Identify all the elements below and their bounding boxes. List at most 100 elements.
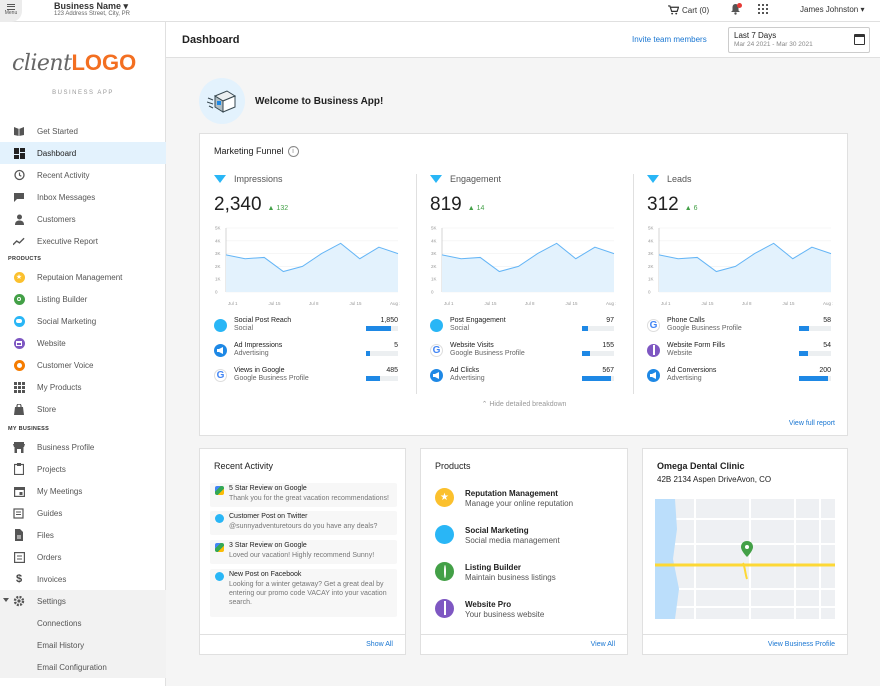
sidebar-item-get-started[interactable]: Get Started bbox=[0, 120, 166, 142]
sidebar-item-orders[interactable]: Orders bbox=[0, 546, 166, 568]
sidebar-item-inbox-messages[interactable]: Inbox Messages bbox=[0, 186, 166, 208]
funnel-breakdown-row: Ad Conversions Advertising 200 bbox=[647, 366, 833, 388]
sidebar-item-customers[interactable]: Customers bbox=[0, 208, 166, 230]
funnel-breakdown-row: G Views in Google Google Business Profile 4… bbox=[214, 366, 400, 388]
sidebar-item-files[interactable]: Files bbox=[0, 524, 166, 546]
row-progress-bar bbox=[799, 326, 831, 331]
row-metric-value: 97 bbox=[606, 317, 614, 324]
x-tick-label: Jul 15 bbox=[566, 301, 579, 306]
dollar-icon: $ bbox=[15, 573, 23, 585]
social-bubble-icon bbox=[215, 572, 224, 581]
customer-voice-icon bbox=[13, 359, 25, 371]
gear-icon bbox=[13, 595, 25, 607]
row-metric-value: 1,850 bbox=[380, 317, 398, 324]
clinic-address: 42B 2134 Aspen DriveAvon, CO bbox=[657, 475, 772, 484]
app-label: BUSINESS APP bbox=[52, 90, 114, 96]
storefront-icon bbox=[13, 441, 25, 453]
date-range-value: Mar 24 2021 - Mar 30 2021 bbox=[734, 41, 813, 48]
sidebar-item-my-meetings[interactable]: My Meetings bbox=[0, 480, 166, 502]
funnel-line-chart: 5K 4K 3K 2K 1K 0 Jul 1 Jul 15 Jul 8 Jul 15 Aug 1 bbox=[215, 226, 400, 307]
y-tick-label: 3K bbox=[648, 251, 654, 256]
x-tick-label: Jul 15 bbox=[702, 301, 715, 306]
row-metric-source: Google Business Profile bbox=[234, 375, 309, 382]
google-icon: G bbox=[214, 369, 227, 382]
date-range-picker[interactable]: Last 7 Days Mar 24 2021 - Mar 30 2021 bbox=[728, 27, 870, 53]
product-item-website-pro[interactable]: Website Pro Your business website bbox=[435, 597, 603, 623]
sidebar-item-invoices[interactable]: $ Invoices bbox=[0, 568, 166, 590]
sidebar-item-my-products[interactable]: My Products bbox=[0, 376, 166, 398]
sidebar-item-projects[interactable]: Projects bbox=[0, 458, 166, 480]
product-name: Social Marketing bbox=[465, 526, 529, 535]
activity-item[interactable]: Customer Post on Twitter @sunnyadventuret… bbox=[210, 511, 397, 535]
sidebar-item-recent-activity[interactable]: Recent Activity bbox=[0, 164, 166, 186]
row-metric-value: 54 bbox=[823, 342, 831, 349]
activity-item[interactable]: New Post on Facebook Looking for a winter… bbox=[210, 569, 397, 617]
product-item-social-marketing[interactable]: Social Marketing Social media management bbox=[435, 523, 603, 549]
invite-team-link[interactable]: Invite team members bbox=[632, 35, 707, 44]
sidebar-item-executive-report[interactable]: Executive Report bbox=[0, 230, 166, 252]
star-icon: ★ bbox=[435, 488, 454, 507]
show-all-link[interactable]: Show All bbox=[366, 641, 393, 648]
apps-grid-icon[interactable] bbox=[758, 4, 768, 14]
clipboard-icon bbox=[13, 463, 25, 475]
info-icon[interactable]: i bbox=[287, 146, 299, 158]
sidebar-item-business-profile[interactable]: Business Profile bbox=[0, 436, 166, 458]
activity-item[interactable]: 3 Star Review on Google Loved our vacatio… bbox=[210, 540, 397, 564]
product-item-listing-builder[interactable]: Listing Builder Maintain business listing… bbox=[435, 560, 603, 586]
row-progress-bar bbox=[366, 326, 398, 331]
activity-title: Customer Post on Twitter bbox=[229, 513, 308, 520]
location-map[interactable] bbox=[655, 499, 835, 619]
activity-title: New Post on Facebook bbox=[229, 571, 302, 578]
y-tick-label: 3K bbox=[431, 251, 437, 256]
row-metric-source: Advertising bbox=[450, 375, 485, 382]
y-tick-label: 3K bbox=[215, 251, 221, 256]
x-tick-label: Aug 1 bbox=[823, 301, 833, 306]
sidebar-item-customer-voice[interactable]: Customer Voice bbox=[0, 354, 166, 376]
sidebar-item-listing-builder[interactable]: Listing Builder bbox=[0, 288, 166, 310]
hide-breakdown-toggle[interactable]: ⌃ Hide detailed breakdown bbox=[200, 400, 848, 408]
sidebar-item-guides[interactable]: Guides bbox=[0, 502, 166, 524]
calendar-icon bbox=[854, 34, 865, 45]
row-metric-name: Ad Conversions bbox=[667, 367, 717, 374]
x-tick-label: Jul 8 bbox=[309, 301, 319, 306]
sidebar-item-store[interactable]: Store bbox=[0, 398, 166, 420]
sidebar-item-website[interactable]: Website bbox=[0, 332, 166, 354]
product-name: Listing Builder bbox=[465, 563, 521, 572]
row-progress-bar bbox=[799, 351, 831, 356]
person-icon bbox=[13, 213, 25, 225]
view-all-link[interactable]: View All bbox=[591, 641, 615, 648]
product-description: Maintain business listings bbox=[465, 573, 556, 582]
activity-body: @sunnyadventuretours do you have any dea… bbox=[229, 523, 378, 530]
sidebar-item-settings[interactable]: Settings bbox=[0, 590, 166, 612]
menu-button[interactable]: Menu bbox=[0, 0, 22, 22]
settings-sub-item-email-configuration[interactable]: Email Configuration bbox=[0, 656, 166, 678]
sidebar-item-dashboard[interactable]: Dashboard bbox=[0, 142, 166, 164]
cart-button[interactable]: Cart (0) bbox=[668, 5, 709, 15]
row-metric-name: Social Post Reach bbox=[234, 317, 292, 324]
funnel-column-impressions: Impressions 2,340 ▲ 132 5K 4K 3K 2K 1K 0 Jul 1 Jul… bbox=[214, 170, 410, 410]
website-icon bbox=[435, 599, 454, 618]
x-tick-label: Jul 15 bbox=[350, 301, 363, 306]
row-progress-fill bbox=[582, 351, 590, 356]
activity-item[interactable]: 5 Star Review on Google Thank you for the… bbox=[210, 483, 397, 507]
user-menu[interactable]: James Johnston ▾ bbox=[800, 5, 865, 14]
marketing-funnel-card: Marketing Funnel i Impressions 2,340 ▲ 132 5… bbox=[199, 133, 848, 436]
google-review-icon bbox=[215, 486, 224, 495]
settings-sub-item-email-history[interactable]: Email History bbox=[0, 634, 166, 656]
row-metric-name: Phone Calls bbox=[667, 317, 705, 324]
my-business-section-label: MY BUSINESS bbox=[8, 426, 50, 432]
welcome-heading: Welcome to Business App! bbox=[255, 96, 384, 107]
view-full-report-link[interactable]: View full report bbox=[789, 420, 835, 427]
sidebar-item-reputaion-management[interactable]: ★ Reputaion Management bbox=[0, 266, 166, 288]
funnel-breakdown-row: G Phone Calls Google Business Profile 58 bbox=[647, 316, 833, 338]
product-item-reputation-management[interactable]: ★ Reputation Management Manage your online… bbox=[435, 486, 603, 512]
sidebar-item-label: Listing Builder bbox=[37, 294, 88, 304]
funnel-line-chart: 5K 4K 3K 2K 1K 0 Jul 1 Jul 15 Jul 8 Jul 15 Aug 1 bbox=[648, 226, 833, 307]
sidebar-item-social-marketing[interactable]: Social Marketing bbox=[0, 310, 166, 332]
settings-sub-item-connections[interactable]: Connections bbox=[0, 612, 166, 634]
row-metric-value: 5 bbox=[394, 342, 398, 349]
business-address: 123 Address Street, City, PR bbox=[54, 11, 130, 17]
view-business-profile-link[interactable]: View Business Profile bbox=[768, 641, 835, 648]
google-icon: G bbox=[647, 319, 660, 332]
sidebar-item-label: My Meetings bbox=[37, 486, 83, 496]
